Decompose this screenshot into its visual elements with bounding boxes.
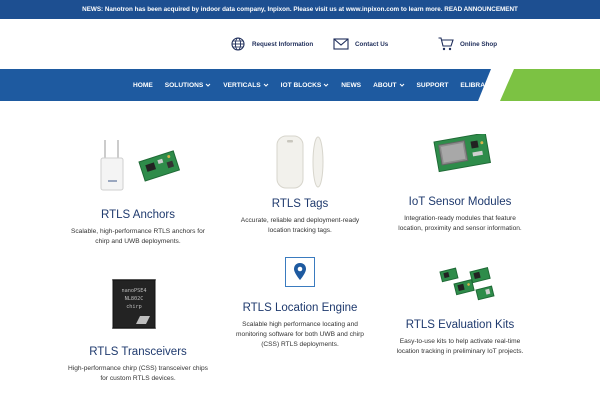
product-card-rtls-anchors: RTLS Anchors Scalable, high-performance … <box>68 209 208 247</box>
rtls-anchors-image[interactable] <box>95 138 185 199</box>
nav-solutions[interactable]: SOLUTIONS <box>165 82 211 89</box>
product-title[interactable]: RTLS Anchors <box>68 209 208 221</box>
chevron-down-icon <box>323 83 329 87</box>
product-title[interactable]: RTLS Evaluation Kits <box>394 319 526 331</box>
news-bar[interactable]: NEWS: Nanotron has been acquired by indo… <box>0 0 600 19</box>
contact-us-label: Contact Us <box>355 40 389 48</box>
product-card-rtls-tags: RTLS Tags Accurate, reliable and deploym… <box>230 198 370 236</box>
news-bar-text[interactable]: NEWS: Nanotron has been acquired by indo… <box>82 6 518 13</box>
nav-items: HOME SOLUTIONS VERTICALS IOT BLOCKS NEWS… <box>133 69 506 101</box>
rtls-transceivers-image[interactable]: nanoPSE4 NL802C chirp <box>110 276 158 337</box>
product-card-rtls-evaluation-kits: RTLS Evaluation Kits Easy-to-use kits to… <box>394 319 526 357</box>
product-card-iot-sensor-modules: IoT Sensor Modules Integration-ready mod… <box>392 196 528 234</box>
envelope-icon <box>333 36 349 52</box>
request-information-link[interactable]: Request Information <box>230 36 313 52</box>
product-card-rtls-location-engine: RTLS Location Engine Scalable high perfo… <box>228 302 372 350</box>
nav-elibrary[interactable]: ELIBRARY <box>460 82 493 89</box>
shopping-cart-icon <box>438 36 454 52</box>
contact-us-link[interactable]: Contact Us <box>333 36 388 52</box>
product-description: Accurate, reliable and deployment-ready … <box>240 217 360 234</box>
chip-marking-line: nanoPSE4 <box>122 288 147 294</box>
online-shop-label: Online Shop <box>460 40 498 48</box>
globe-icon <box>230 36 246 52</box>
product-card-rtls-transceivers: RTLS Transceivers High-performance chirp… <box>68 346 208 384</box>
chip-marking-line: chirp <box>126 304 142 310</box>
product-title[interactable]: RTLS Transceivers <box>68 346 208 358</box>
product-description: High-performance chirp (CSS) transceiver… <box>68 365 208 382</box>
product-title[interactable]: IoT Sensor Modules <box>392 196 528 208</box>
main-navigation: HOME SOLUTIONS VERTICALS IOT BLOCKS NEWS… <box>0 69 600 101</box>
rtls-tags-image[interactable] <box>270 133 332 196</box>
product-description: Scalable high performance locating and m… <box>236 321 364 348</box>
header-utility-links: Request Information Contact Us Online Sh… <box>0 19 600 69</box>
nav-about[interactable]: ABOUT <box>373 82 404 89</box>
iot-sensor-modules-image[interactable] <box>430 132 494 185</box>
chevron-down-icon <box>205 83 211 87</box>
product-title[interactable]: RTLS Tags <box>230 198 370 210</box>
rtls-evaluation-kits-image[interactable] <box>436 262 498 311</box>
request-information-label: Request Information <box>252 40 314 48</box>
nav-support[interactable]: SUPPORT <box>417 82 449 89</box>
online-shop-link[interactable]: Online Shop <box>438 36 497 52</box>
nav-news[interactable]: NEWS <box>341 82 361 89</box>
chip-marking-line: NL802C <box>125 296 144 302</box>
nav-verticals[interactable]: VERTICALS <box>223 82 268 89</box>
chevron-down-icon <box>263 83 268 87</box>
chevron-down-icon <box>399 83 404 87</box>
location-engine-image[interactable] <box>285 257 315 292</box>
nav-iot-blocks[interactable]: IOT BLOCKS <box>281 82 330 89</box>
product-description: Integration-ready modules that feature l… <box>398 215 522 232</box>
product-description: Scalable, high-performance RTLS anchors … <box>70 228 206 245</box>
product-title[interactable]: RTLS Location Engine <box>228 302 372 314</box>
nav-home[interactable]: HOME <box>133 82 153 89</box>
product-description: Easy-to-use kits to help activate real-t… <box>396 338 524 355</box>
